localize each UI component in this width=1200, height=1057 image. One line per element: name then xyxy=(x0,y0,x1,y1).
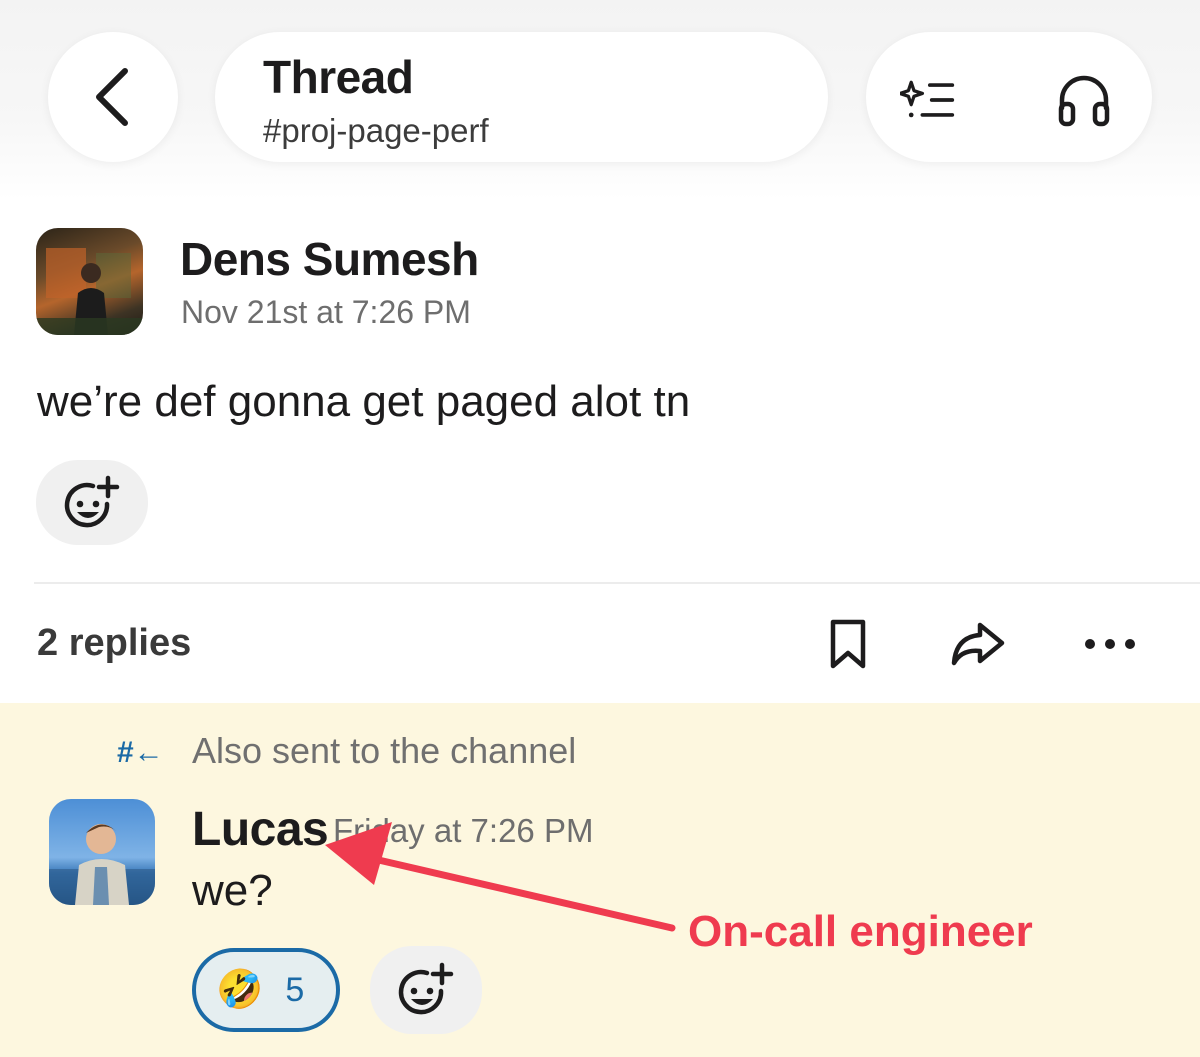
annotation-label: On-call engineer xyxy=(688,907,1033,956)
annotation-arrow xyxy=(325,822,676,932)
